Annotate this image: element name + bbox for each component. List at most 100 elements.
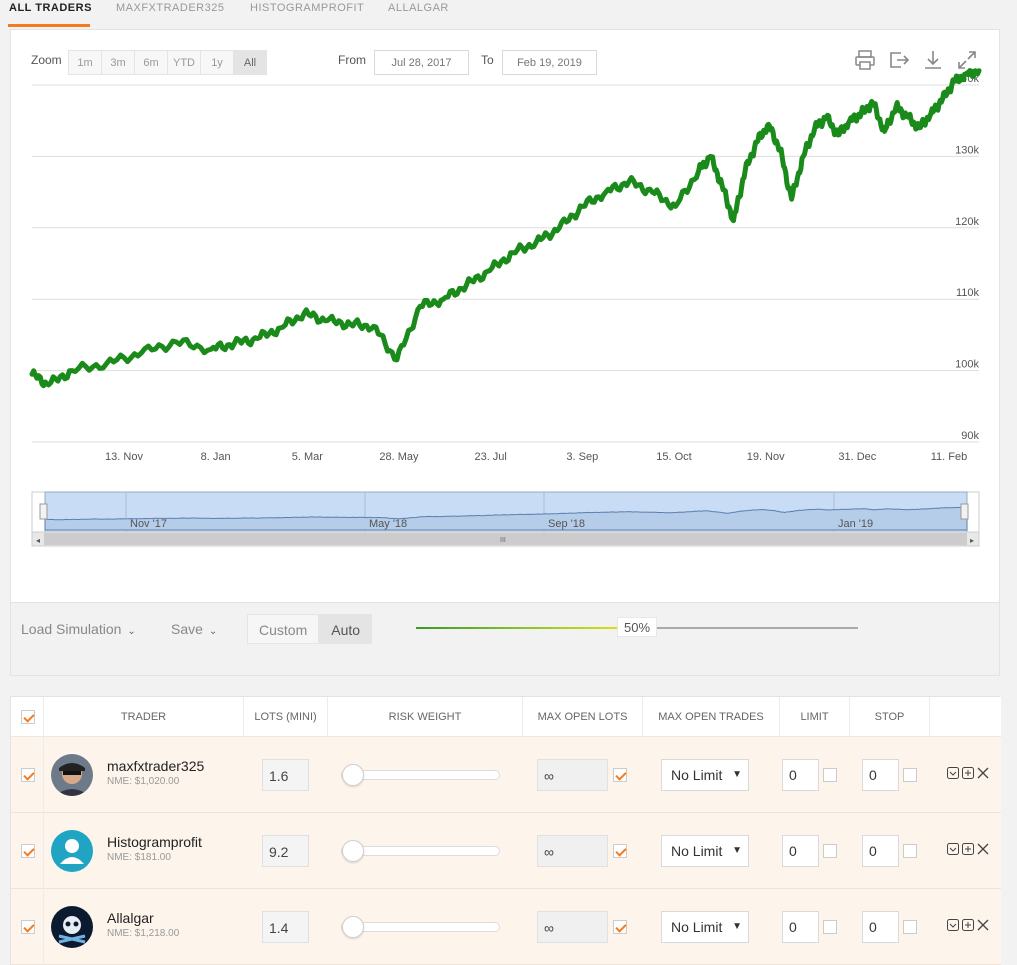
avatar [51, 906, 93, 948]
column-divider [43, 813, 44, 889]
max-open-lots-checkbox[interactable] [613, 844, 627, 858]
max-open-trades-select[interactable]: No Limit ▼ [661, 835, 749, 867]
y-tick-label: 130k [955, 144, 979, 156]
x-tick-label: 8. Jan [201, 451, 231, 463]
x-tick-label: 23. Jul [474, 451, 506, 463]
row-checkbox[interactable] [21, 844, 35, 858]
header-max-open-trades: MAX OPEN TRADES [642, 697, 779, 737]
x-axis-labels: 13. Nov 8. Jan 5. Mar 28. May 23. Jul 3. Sep 1… [105, 451, 967, 463]
add-icon[interactable] [962, 843, 974, 855]
navigator-right-handle[interactable] [960, 503, 969, 520]
risk-slider[interactable]: 50% [416, 617, 858, 637]
risk-slider-value[interactable]: 50% [617, 617, 657, 637]
stop-input[interactable]: 0 [862, 911, 899, 943]
load-simulation-dropdown[interactable]: Load Simulation ⌄ [21, 621, 136, 637]
limit-input[interactable]: 0 [782, 835, 819, 867]
collapse-icon[interactable] [947, 919, 959, 931]
add-icon[interactable] [962, 767, 974, 779]
tab-histogramprofit[interactable]: HISTOGRAMPROFIT [250, 2, 364, 14]
chevron-down-icon: ⌄ [127, 626, 136, 637]
max-open-lots-input[interactable]: ∞ [537, 759, 608, 791]
risk-weight-track[interactable] [341, 846, 500, 856]
row-actions [947, 843, 989, 855]
y-axis-labels: 90k100k110k120k130k140k [955, 73, 979, 442]
stop-checkbox[interactable] [903, 768, 917, 782]
trader-name[interactable]: Histogramprofit [107, 834, 202, 850]
collapse-icon[interactable] [947, 767, 959, 779]
mode-toggle: Custom Auto [247, 614, 373, 644]
header-max-open-lots: MAX OPEN LOTS [522, 697, 642, 737]
max-open-lots-input[interactable]: ∞ [537, 835, 608, 867]
dropdown-arrow-icon: ▼ [732, 769, 742, 780]
row-actions [947, 919, 989, 931]
tab-allalgar[interactable]: ALLALGAR [388, 2, 449, 14]
max-open-trades-select[interactable]: No Limit ▼ [661, 911, 749, 943]
simulation-controls: Load Simulation ⌄ Save ⌄ Custom Auto 50% [10, 603, 1000, 676]
trader-nme: NME: $1,020.00 [107, 776, 180, 787]
collapse-icon[interactable] [947, 843, 959, 855]
lots-input[interactable]: 1.4 [262, 911, 309, 943]
trader-tabs: ALL TRADERS MAXFXTRADER325 HISTOGRAMPROF… [0, 0, 1017, 28]
header-stop: STOP [849, 697, 929, 737]
tab-maxfxtrader325[interactable]: MAXFXTRADER325 [116, 2, 224, 14]
equity-chart[interactable]: 90k100k110k120k130k140k 13. Nov 8. Jan 5. … [11, 30, 1001, 604]
limit-checkbox[interactable] [823, 920, 837, 934]
limit-checkbox[interactable] [823, 768, 837, 782]
scroll-left-arrow-icon[interactable]: ◂ [36, 536, 40, 545]
dropdown-arrow-icon: ▼ [732, 921, 742, 932]
risk-weight-track[interactable] [341, 922, 500, 932]
table-row: maxfxtrader325 NME: $1,020.00 1.6 ∞ No L… [11, 737, 1001, 813]
header-actions [929, 697, 1001, 737]
select-all-checkbox[interactable] [21, 710, 35, 724]
add-icon[interactable] [962, 919, 974, 931]
close-icon[interactable] [977, 843, 989, 855]
max-open-lots-input[interactable]: ∞ [537, 911, 608, 943]
load-simulation-label: Load Simulation [21, 621, 122, 637]
stop-input[interactable]: 0 [862, 759, 899, 791]
y-tick-label: 100k [955, 359, 979, 371]
risk-weight-handle[interactable] [342, 840, 364, 862]
close-icon[interactable] [977, 919, 989, 931]
stop-input[interactable]: 0 [862, 835, 899, 867]
lots-input[interactable]: 1.6 [262, 759, 309, 791]
x-tick-label: 15. Oct [656, 451, 691, 463]
tab-all-traders[interactable]: ALL TRADERS [9, 2, 92, 14]
trader-name[interactable]: maxfxtrader325 [107, 758, 204, 774]
limit-input[interactable]: 0 [782, 911, 819, 943]
y-tick-label: 120k [955, 216, 979, 228]
active-tab-indicator [8, 24, 90, 27]
max-open-trades-select[interactable]: No Limit ▼ [661, 759, 749, 791]
limit-input[interactable]: 0 [782, 759, 819, 791]
limit-checkbox[interactable] [823, 844, 837, 858]
x-tick-label: 3. Sep [566, 451, 598, 463]
save-label: Save [171, 621, 203, 637]
max-open-lots-checkbox[interactable] [613, 920, 627, 934]
navigator-left-handle[interactable] [39, 503, 48, 520]
max-open-trades-value: No Limit [671, 919, 723, 935]
scroll-right-arrow-icon[interactable]: ▸ [970, 536, 974, 545]
max-open-trades-value: No Limit [671, 843, 723, 859]
trader-name[interactable]: Allalgar [107, 910, 154, 926]
row-actions [947, 767, 989, 779]
risk-weight-handle[interactable] [342, 916, 364, 938]
header-lots: LOTS (MINI) [243, 697, 327, 737]
column-divider [43, 737, 44, 813]
custom-mode-button[interactable]: Custom [247, 614, 320, 644]
navigator-tick-label: Sep '18 [548, 518, 585, 530]
dropdown-arrow-icon: ▼ [732, 845, 742, 856]
navigator-tick-label: Nov '17 [130, 518, 167, 530]
close-icon[interactable] [977, 767, 989, 779]
lots-input[interactable]: 9.2 [262, 835, 309, 867]
row-checkbox[interactable] [21, 768, 35, 782]
row-checkbox[interactable] [21, 920, 35, 934]
table-header: TRADER LOTS (MINI) RISK WEIGHT MAX OPEN … [11, 697, 1001, 737]
save-dropdown[interactable]: Save ⌄ [171, 621, 217, 637]
stop-checkbox[interactable] [903, 844, 917, 858]
max-open-lots-checkbox[interactable] [613, 768, 627, 782]
auto-mode-button[interactable]: Auto [319, 614, 373, 644]
risk-weight-track[interactable] [341, 770, 500, 780]
risk-weight-handle[interactable] [342, 764, 364, 786]
range-navigator[interactable]: Nov '17 May '18 Sep '18 Jan '19 ◂ ▸ III [31, 491, 980, 547]
stop-checkbox[interactable] [903, 920, 917, 934]
navigator-tick-label: May '18 [369, 518, 407, 530]
